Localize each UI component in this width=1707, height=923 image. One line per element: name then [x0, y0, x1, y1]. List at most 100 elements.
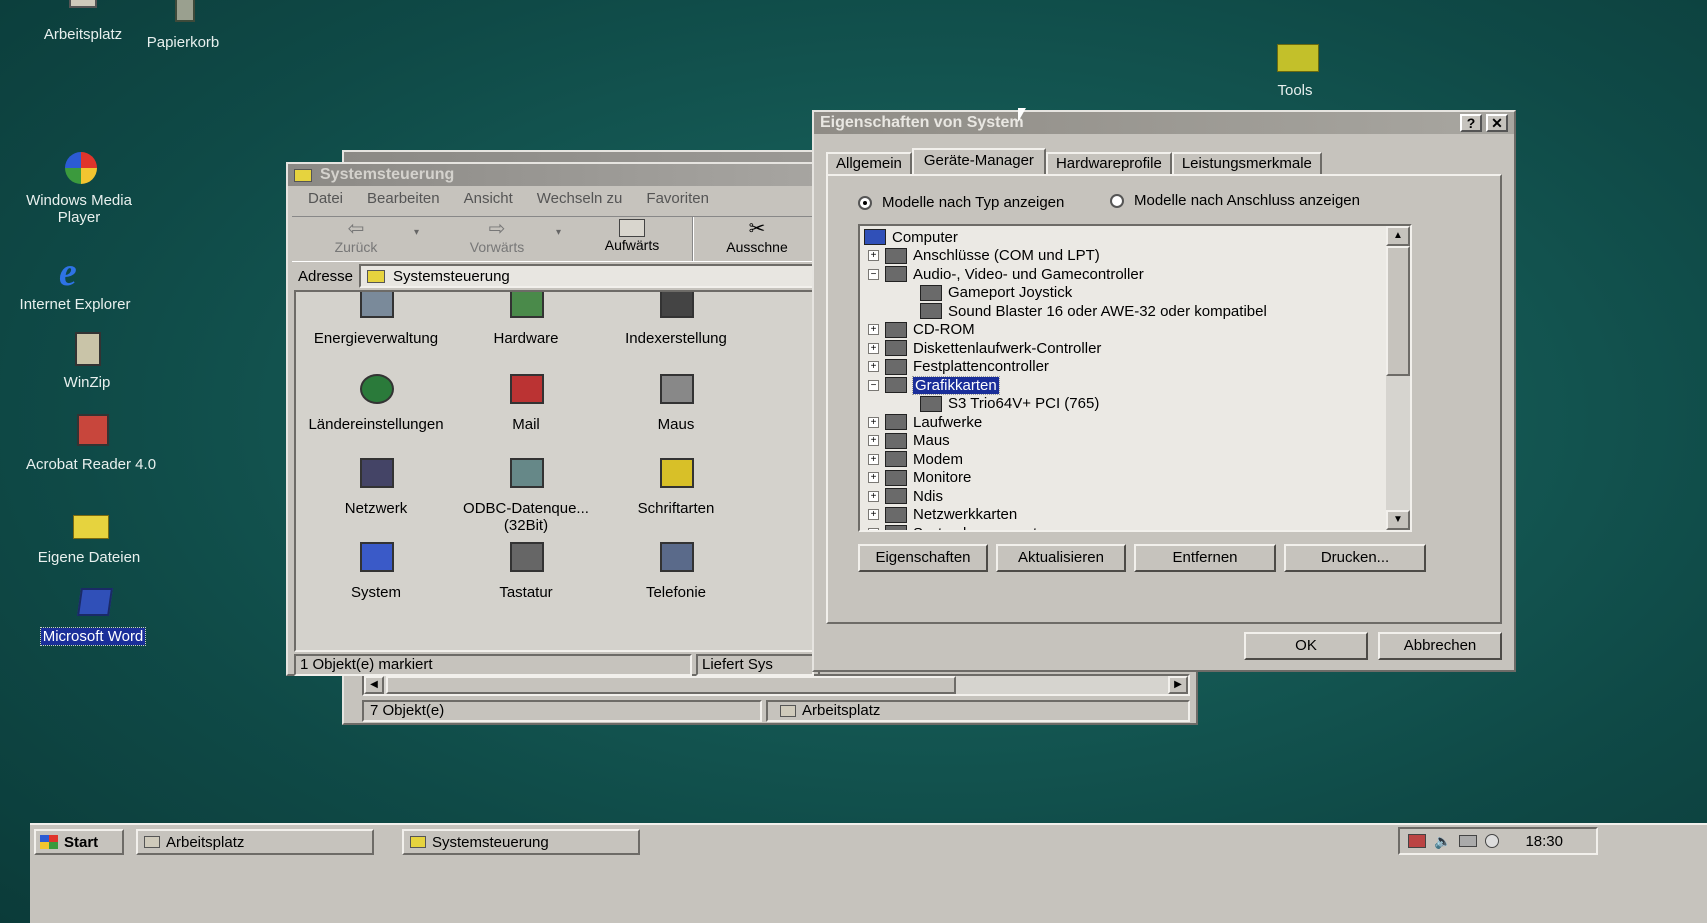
tree-node[interactable]: − Audio-, Video- und Gamecontroller	[868, 265, 1144, 283]
tree-node[interactable]: + Festplattencontroller	[868, 358, 1049, 376]
tree-node[interactable]: + Diskettenlaufwerk-Controller	[868, 339, 1101, 357]
menu-favoriten[interactable]: Favoriten	[646, 190, 709, 214]
tray-scheduler-icon[interactable]	[1485, 834, 1500, 848]
cp-item-network[interactable]: Netzwerk	[296, 452, 456, 517]
cp-item-globe[interactable]: Ländereinstellungen	[296, 368, 456, 433]
scroll-thumb[interactable]	[386, 676, 956, 694]
tree-node[interactable]: − Grafikkarten	[868, 375, 1000, 395]
tree-node[interactable]: + Laufwerke	[868, 413, 982, 431]
tree-node[interactable]: + Maus	[868, 432, 950, 450]
expand-icon[interactable]: +	[868, 435, 879, 446]
tree-vertical-scrollbar[interactable]: ▲ ▼	[1386, 226, 1410, 530]
control-panel-window[interactable]: Systemsteuerung Datei Bearbeiten Ansicht…	[286, 162, 820, 676]
expand-icon[interactable]: +	[868, 342, 879, 354]
forward-button[interactable]: ⇨ Vorwärts	[442, 219, 552, 256]
tab-allgemein[interactable]: Allgemein	[826, 152, 912, 176]
device-tree[interactable]: Computer + Anschlüsse (COM und LPT) − Audio-…	[858, 224, 1412, 532]
cp-item-system-computer[interactable]: System	[296, 536, 456, 601]
desktop-icon-winzip[interactable]: WinZip	[12, 330, 162, 391]
scroll-left-button[interactable]: ◀	[364, 676, 384, 694]
cp-item-fonts-folder[interactable]: Schriftarten	[596, 452, 756, 517]
tree-node[interactable]: + Ndis	[868, 487, 943, 505]
expand-icon[interactable]: +	[868, 361, 879, 372]
cp-item-mail[interactable]: Mail	[446, 368, 606, 433]
tab-geraete-manager[interactable]: Geräte-Manager	[911, 148, 1046, 176]
print-button[interactable]: Drucken...	[1284, 544, 1426, 572]
expand-icon[interactable]: +	[868, 490, 879, 502]
system-properties-dialog[interactable]: Eigenschaften von System ? ✕ Allgemein G…	[812, 110, 1516, 672]
scroll-down-button[interactable]: ▼	[1386, 510, 1410, 530]
tree-node[interactable]: + Systemkomponenten	[868, 524, 1054, 530]
cp-item-keyboard[interactable]: Tastatur	[446, 536, 606, 601]
expand-icon[interactable]: +	[868, 416, 879, 428]
tray-network-icon[interactable]	[1408, 834, 1426, 848]
desktop-icon-papierkorb[interactable]: Papierkorb	[108, 0, 258, 51]
desktop-icon-windows-media-player[interactable]: Windows Media Player	[4, 148, 154, 226]
cp-item-power-management[interactable]: Energieverwaltung	[296, 292, 456, 347]
cp-item-label: Telefonie	[645, 584, 707, 601]
tree-node[interactable]: Sound Blaster 16 oder AWE-32 oder kompat…	[920, 302, 1267, 320]
folder-icon	[294, 168, 312, 182]
desktop-icon-eigene-dateien[interactable]: Eigene Dateien	[14, 505, 164, 566]
tree-node[interactable]: + Monitore	[868, 469, 971, 487]
cp-item-indexing-binoculars[interactable]: Indexerstellung	[596, 292, 756, 347]
scroll-up-button[interactable]: ▲	[1386, 226, 1410, 246]
tree-node[interactable]: + CD-ROM	[868, 321, 975, 339]
tree-node[interactable]: + Netzwerkkarten	[868, 506, 1017, 524]
tree-node[interactable]: S3 Trio64V+ PCI (765)	[920, 395, 1099, 413]
collapse-icon[interactable]: −	[868, 379, 879, 391]
cut-button[interactable]: ✂ Ausschne	[702, 219, 812, 256]
help-button[interactable]: ?	[1460, 114, 1482, 132]
up-button[interactable]: Aufwärts	[582, 219, 682, 254]
expand-icon[interactable]: +	[868, 509, 879, 520]
address-field[interactable]: Systemsteuerung	[359, 264, 814, 288]
horizontal-scrollbar[interactable]: ◀ ▶	[362, 674, 1190, 696]
tree-node[interactable]: + Anschlüsse (COM und LPT)	[868, 247, 1100, 265]
expand-icon[interactable]: +	[868, 324, 879, 335]
tree-node-label: Ndis	[913, 487, 944, 505]
ok-button[interactable]: OK	[1244, 632, 1368, 660]
start-button[interactable]: Start	[34, 829, 124, 855]
remove-button[interactable]: Entfernen	[1134, 544, 1276, 572]
refresh-button[interactable]: Aktualisieren	[996, 544, 1126, 572]
close-button[interactable]: ✕	[1486, 114, 1508, 132]
tab-hardwareprofile[interactable]: Hardwareprofile	[1045, 152, 1172, 176]
forward-dropdown[interactable]: ▾	[556, 227, 561, 238]
collapse-icon[interactable]: −	[868, 268, 879, 280]
expand-icon[interactable]: +	[868, 453, 879, 465]
desktop-icon-internet-explorer[interactable]: e Internet Explorer	[0, 252, 150, 314]
desktop-icon-tools[interactable]: Tools	[1220, 38, 1370, 99]
cp-item-mouse[interactable]: Maus	[596, 368, 756, 433]
dialog-title-bar[interactable]: Eigenschaften von System ? ✕	[814, 112, 1514, 134]
back-button[interactable]: ⇦ Zurück	[306, 219, 406, 256]
task-arbeitsplatz[interactable]: Arbeitsplatz	[136, 829, 374, 855]
expand-icon[interactable]: +	[868, 527, 879, 530]
tray-keyboard-icon[interactable]	[1459, 835, 1478, 847]
tree-node[interactable]: Computer	[864, 228, 958, 246]
control-panel-title-bar[interactable]: Systemsteuerung	[288, 164, 818, 186]
radio-by-connection[interactable]: Modelle nach Anschluss anzeigen	[1110, 192, 1360, 209]
tree-node[interactable]: + Modem	[868, 450, 963, 468]
expand-icon[interactable]: +	[868, 472, 879, 483]
scroll-right-button[interactable]: ▶	[1168, 676, 1188, 694]
menu-bearbeiten[interactable]: Bearbeiten	[367, 190, 440, 214]
tab-leistungsmerkmale[interactable]: Leistungsmerkmale	[1171, 152, 1322, 176]
back-dropdown[interactable]: ▾	[414, 227, 419, 238]
menu-ansicht[interactable]: Ansicht	[464, 190, 513, 214]
menu-datei[interactable]: Datei	[308, 190, 343, 214]
desktop-icon-microsoft-word[interactable]: Microsoft Word	[18, 584, 168, 646]
cp-item-telephony[interactable]: Telefonie	[596, 536, 756, 601]
task-systemsteuerung[interactable]: Systemsteuerung	[402, 829, 640, 855]
properties-button[interactable]: Eigenschaften	[858, 544, 988, 572]
scroll-thumb[interactable]	[1386, 246, 1410, 376]
tree-node[interactable]: Gameport Joystick	[920, 284, 1072, 302]
desktop-icon-acrobat[interactable]: Acrobat Reader 4.0	[16, 412, 166, 473]
cp-item-hardware[interactable]: Hardware	[446, 292, 606, 347]
cancel-button[interactable]: Abbrechen	[1378, 632, 1502, 660]
radio-by-type[interactable]: Modelle nach Typ anzeigen	[858, 194, 1064, 211]
cp-item-odbc[interactable]: ODBC-Datenque... (32Bit)	[446, 452, 606, 534]
tray-volume-icon[interactable]: 🔈	[1434, 833, 1451, 850]
expand-icon[interactable]: +	[868, 250, 879, 261]
clock[interactable]: 18:30	[1525, 833, 1563, 850]
menu-wechseln-zu[interactable]: Wechseln zu	[537, 190, 623, 214]
